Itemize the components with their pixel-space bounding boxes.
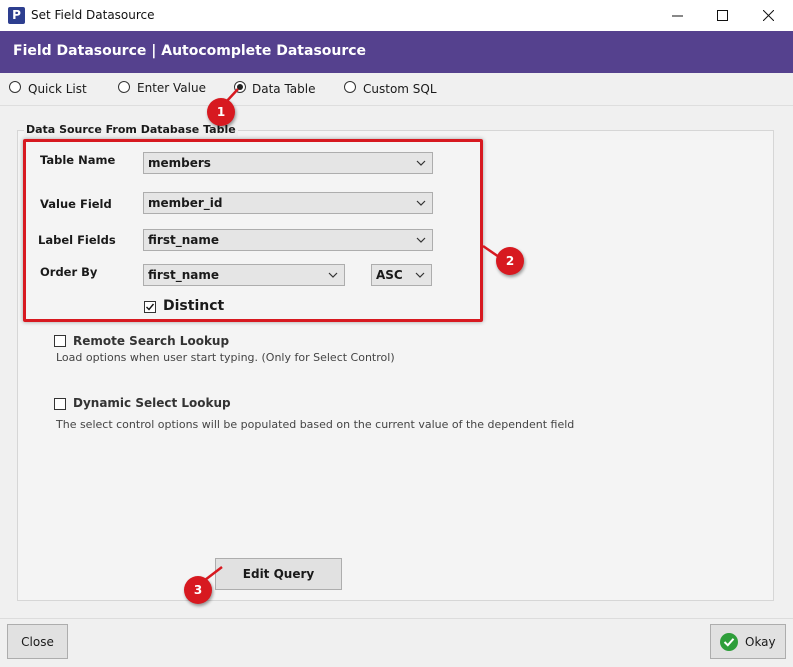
radio-enter-value[interactable]: [118, 81, 130, 93]
app-logo-icon: P: [8, 7, 25, 24]
radio-custom-sql-label[interactable]: Custom SQL: [363, 82, 437, 96]
window-title: Set Field Datasource: [31, 8, 155, 22]
dynamic-select-checkbox[interactable]: [54, 398, 66, 410]
annotation-highlight-box: [23, 139, 483, 322]
annotation-arrow-3: [204, 566, 223, 581]
close-icon: [762, 10, 774, 21]
footer-bar: [0, 618, 793, 667]
radio-enter-value-label[interactable]: Enter Value: [137, 81, 206, 95]
close-window-button[interactable]: [745, 0, 791, 31]
remote-search-label[interactable]: Remote Search Lookup: [73, 334, 229, 348]
maximize-icon: [716, 10, 728, 21]
maximize-button[interactable]: [699, 0, 745, 31]
group-title: Data Source From Database Table: [24, 123, 238, 136]
page-title: Field Datasource | Autocomplete Datasour…: [13, 43, 367, 59]
radio-data-table-label[interactable]: Data Table: [252, 82, 316, 96]
dynamic-select-description: The select control options will be popul…: [56, 418, 575, 431]
dynamic-select-label[interactable]: Dynamic Select Lookup: [73, 396, 231, 410]
radio-quick-list[interactable]: [9, 81, 21, 93]
annotation-arrow-2: [482, 244, 500, 259]
edit-query-button[interactable]: Edit Query: [215, 558, 342, 590]
radio-custom-sql[interactable]: [344, 81, 356, 93]
radio-quick-list-label[interactable]: Quick List: [28, 82, 87, 96]
close-button[interactable]: Close: [7, 624, 68, 659]
minimize-icon: [671, 15, 683, 17]
check-circle-icon: [720, 632, 738, 651]
okay-button[interactable]: Okay: [710, 624, 786, 659]
annotation-arrow-1: [225, 88, 239, 103]
okay-label: Okay: [745, 634, 776, 649]
remote-search-description: Load options when user start typing. (On…: [56, 351, 395, 364]
remote-search-checkbox[interactable]: [54, 335, 66, 347]
minimize-button[interactable]: [654, 0, 700, 31]
